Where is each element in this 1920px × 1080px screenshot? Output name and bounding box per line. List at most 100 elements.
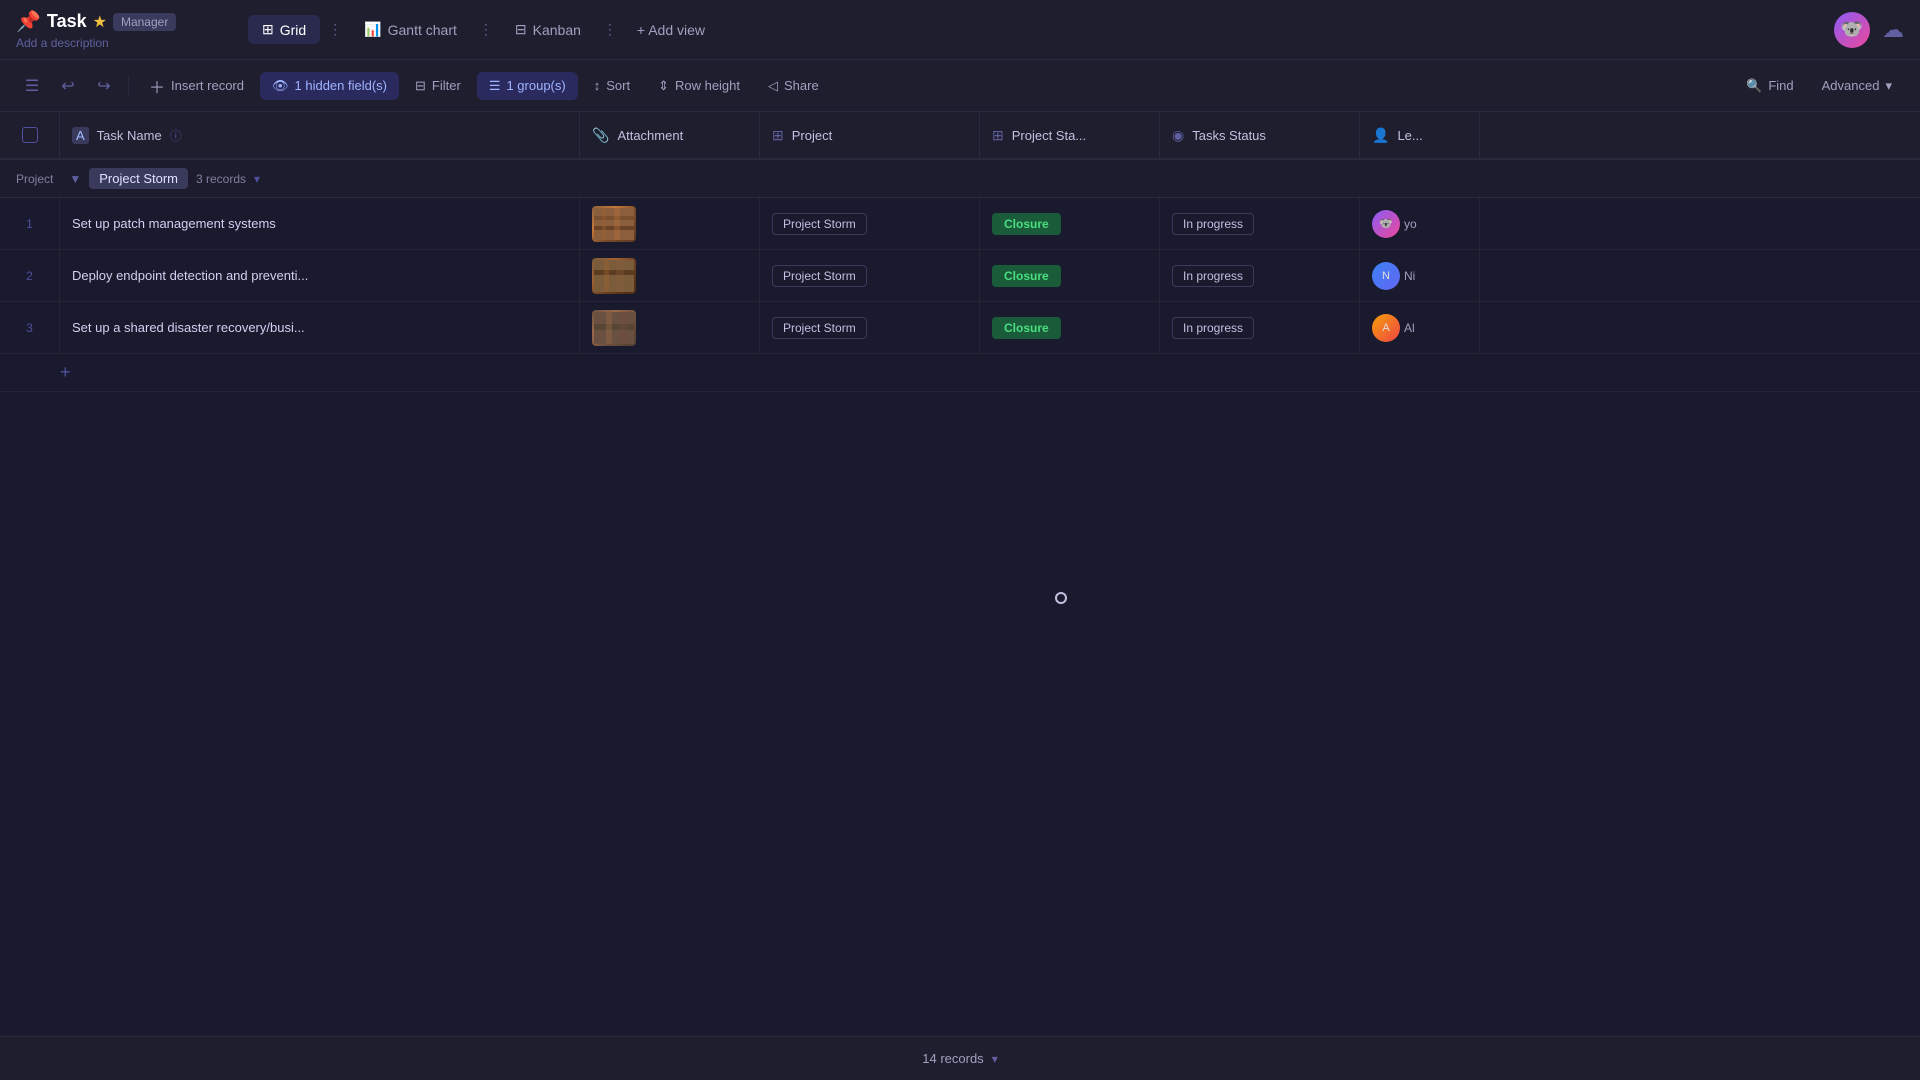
eye-icon: 👁 (272, 78, 289, 94)
cell-tasks-status-1[interactable]: In progress (1160, 198, 1360, 249)
lead-avatar-2: N (1372, 262, 1400, 290)
row-number: 2 (0, 250, 60, 301)
col-tasks-status-label: Tasks Status (1192, 128, 1266, 143)
avatar[interactable]: 🐨 (1834, 12, 1870, 48)
share-icon: ◁ (768, 78, 778, 94)
cell-lead-2[interactable]: N Ni (1360, 250, 1480, 301)
row-num-value: 3 (26, 321, 33, 335)
select-all-checkbox[interactable] (22, 127, 38, 143)
advanced-label: Advanced (1822, 78, 1880, 93)
cell-tasks-status-2[interactable]: In progress (1160, 250, 1360, 301)
group-value-tag: Project Storm (89, 168, 188, 189)
row-height-label: Row height (675, 78, 740, 93)
bottom-bar: 14 records ▾ (0, 1036, 1920, 1080)
undo-button[interactable]: ↩ (52, 70, 84, 102)
grid-more-icon[interactable]: ⋮ (324, 17, 346, 42)
cell-lead-3[interactable]: A Al (1360, 302, 1480, 353)
nav-menu-button[interactable]: ☰ (16, 70, 48, 102)
col-project-label: Project (792, 128, 832, 143)
sort-button[interactable]: ↕ Sort (582, 72, 642, 99)
cell-attachment-1[interactable] (580, 198, 760, 249)
redo-button[interactable]: ↪ (88, 70, 120, 102)
cell-lead-1[interactable]: 🐨 yo (1360, 198, 1480, 249)
col-header-attachment[interactable]: 📎 Attachment (580, 112, 760, 158)
filter-button[interactable]: ⊟ Filter (403, 72, 473, 100)
add-row-button[interactable]: + (0, 354, 1920, 392)
row-num-value: 2 (26, 269, 33, 283)
table-row[interactable]: 3 Set up a shared disaster recovery/busi… (0, 302, 1920, 354)
lead-avatar-1: 🐨 (1372, 210, 1400, 238)
app-description[interactable]: Add a description (16, 36, 216, 50)
advanced-button[interactable]: Advanced ▾ (1810, 72, 1904, 100)
col-header-project[interactable]: ⊞ Project (760, 112, 980, 158)
project-tag-1: Project Storm (772, 213, 867, 235)
group-count: 3 records (196, 172, 246, 186)
col-header-task-name[interactable]: A Task Name ⓘ (60, 112, 580, 158)
thumb-inner-1 (592, 206, 636, 242)
groups-icon: ☰ (489, 78, 501, 94)
lead-avatar-3: A (1372, 314, 1400, 342)
add-row-icon: + (60, 362, 71, 383)
cell-attachment-3[interactable] (580, 302, 760, 353)
cell-task-name-2[interactable]: Deploy endpoint detection and preventi..… (60, 250, 580, 301)
records-arrow-icon: ▾ (992, 1052, 998, 1066)
cell-project-status-2[interactable]: Closure (980, 250, 1160, 301)
tasks-status-badge-2: In progress (1172, 265, 1254, 287)
share-label: Share (784, 78, 819, 93)
cell-project-2[interactable]: Project Storm (760, 250, 980, 301)
gantt-more-icon[interactable]: ⋮ (475, 17, 497, 42)
hidden-fields-button[interactable]: 👁 1 hidden field(s) (260, 72, 399, 100)
cell-task-name-3[interactable]: Set up a shared disaster recovery/busi..… (60, 302, 580, 353)
add-view-label: + Add view (637, 22, 705, 38)
cell-project-1[interactable]: Project Storm (760, 198, 980, 249)
project-type-icon: ⊞ (772, 127, 784, 144)
tab-kanban[interactable]: ⊟ Kanban (501, 15, 595, 44)
cell-project-status-1[interactable]: Closure (980, 198, 1160, 249)
kanban-more-icon[interactable]: ⋮ (599, 17, 621, 42)
cell-tasks-status-3[interactable]: In progress (1160, 302, 1360, 353)
col-header-lead[interactable]: 👤 Le... (1360, 112, 1480, 158)
star-icon[interactable]: ★ (93, 12, 107, 32)
attachment-thumbnail-3 (592, 310, 636, 346)
col-header-tasks-status[interactable]: ◉ Tasks Status (1160, 112, 1360, 158)
col-lead-label: Le... (1397, 128, 1422, 143)
tab-gantt[interactable]: 📊 Gantt chart (350, 15, 471, 44)
kanban-icon: ⊟ (515, 21, 527, 38)
cell-project-3[interactable]: Project Storm (760, 302, 980, 353)
share-button[interactable]: ◁ Share (756, 72, 831, 100)
lead-name-2: Ni (1404, 269, 1415, 283)
menu-icon: ☰ (25, 76, 39, 96)
tasks-status-badge-1: In progress (1172, 213, 1254, 235)
tasks-status-type-icon: ◉ (1172, 127, 1184, 144)
col-header-project-status[interactable]: ⊞ Project Sta... (980, 112, 1160, 158)
select-all-checkbox-cell (0, 112, 60, 158)
records-count: 14 records (922, 1051, 983, 1066)
project-status-badge-2: Closure (992, 265, 1061, 287)
col-attachment-label: Attachment (617, 128, 683, 143)
cell-attachment-2[interactable] (580, 250, 760, 301)
info-icon[interactable]: ⓘ (170, 127, 182, 144)
cloud-icon[interactable]: ☁ (1882, 17, 1904, 43)
group-count-arrow: ▾ (254, 172, 260, 186)
add-view-button[interactable]: + Add view (625, 16, 717, 44)
cell-project-status-3[interactable]: Closure (980, 302, 1160, 353)
thumb-inner-2 (592, 258, 636, 294)
insert-record-button[interactable]: ＋ Insert record (137, 68, 256, 104)
row-height-button[interactable]: ⇕ Row height (646, 72, 752, 100)
table-row[interactable]: 1 Set up patch management systems Proje (0, 198, 1920, 250)
col-project-status-label: Project Sta... (1012, 128, 1086, 143)
thumb-svg-2 (594, 260, 634, 292)
redo-icon: ↪ (97, 76, 110, 96)
find-button[interactable]: 🔍 Find (1734, 72, 1805, 100)
toolbar-right: 🔍 Find Advanced ▾ (1734, 72, 1904, 100)
cell-task-name-1[interactable]: Set up patch management systems (60, 198, 580, 249)
tab-grid[interactable]: ⊞ Grid (248, 15, 320, 44)
table-row[interactable]: 2 Deploy endpoint detection and preventi… (0, 250, 1920, 302)
task-name-text: Deploy endpoint detection and preventi..… (72, 268, 308, 283)
group-collapse-icon[interactable]: ▼ (69, 172, 81, 186)
lead-avatar-icon-3: A (1382, 322, 1389, 334)
col-task-name-label: Task Name (97, 128, 162, 143)
project-status-badge-1: Closure (992, 213, 1061, 235)
attachment-thumbnail-2 (592, 258, 636, 294)
groups-button[interactable]: ☰ 1 group(s) (477, 72, 578, 100)
